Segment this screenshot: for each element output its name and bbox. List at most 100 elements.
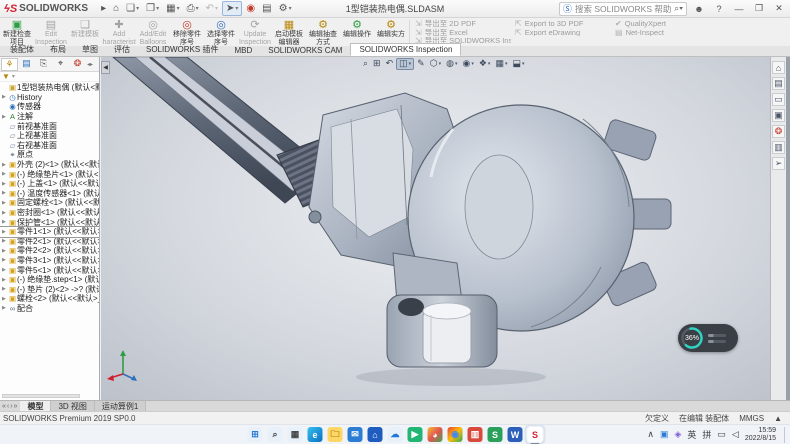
section-view-icon[interactable]: ◫ ▾ [396,58,414,70]
edit-sampling-methods-button[interactable]: ⚙ 编辑抽查方式 [306,18,340,46]
add-edit-balloons-button[interactable]: ◎ Add/Edit Balloons [136,18,170,46]
graphics-viewport[interactable]: ◀ ⌕ ⊞ ↶ ◫ [101,57,770,400]
appearances-icon[interactable]: ❂ [772,125,785,138]
sheets-app-icon[interactable]: S [488,427,503,442]
tree-sensors[interactable]: ◉ 传感器 [0,102,99,112]
ime-language-indicator[interactable]: 英 [687,428,696,441]
home-icon[interactable]: ⌂ [110,1,122,16]
tab-model[interactable]: 模型 [20,401,51,411]
undo-icon[interactable]: ↶ ▾ [203,1,221,16]
select-balloons-button[interactable]: ◎ 选择零件序号 [204,18,238,46]
launch-template-editor-button[interactable]: ▦ 启动模板编辑器 [272,18,306,46]
previous-view-icon[interactable]: ↶ [384,58,396,70]
edit-operations-button[interactable]: ⚙ 编辑操作 [340,18,374,46]
search-icon[interactable]: ⌕▾ [674,3,683,14]
rebuild-icon[interactable]: ◉ [243,1,258,16]
tab-mbd[interactable]: MBD [226,45,260,56]
edge-icon[interactable]: e [308,427,323,442]
update-inspection-project-button[interactable]: ⟳ Update Inspection Project [238,18,272,46]
dynamic-annotation-icon[interactable]: ✎ [415,58,427,70]
options-icon[interactable]: ⚙ ▾ [276,1,295,16]
save-icon[interactable]: ▦ ▾ [163,1,182,16]
tray-chevron-icon[interactable]: ∧ [647,429,654,440]
spacer[interactable] [615,36,711,45]
help-button[interactable]: ? [711,4,727,14]
design-library-icon[interactable]: ▤ [772,77,785,90]
ime-mode-indicator[interactable]: 拼 [702,428,711,441]
browser-360-icon[interactable]: ◕ [428,427,443,442]
overlay-widget[interactable]: 36% [678,324,738,352]
panel-tabs-overflow-icon[interactable]: ◂▸ [87,61,93,68]
sw-resources-icon[interactable]: ⌂ [772,61,785,74]
add-characteristic-button[interactable]: ✚ Add Characteristic [102,18,136,46]
tree-mates[interactable]: ▶ ∞ 配合 [0,304,99,314]
store-icon[interactable]: ⌂ [368,427,383,442]
file-explorer-icon[interactable]: ▭ [772,93,785,106]
widget-buttons[interactable] [708,334,726,343]
file-explorer-icon[interactable]: 🗀 [328,427,343,442]
task-view-icon[interactable]: ▦ [288,427,303,442]
solidworks-app-icon[interactable]: S [528,427,543,442]
export-edrawing-button[interactable]: ⇱ Export eDrawing [515,28,611,37]
configurationmanager-tab-icon[interactable]: ⎘ [35,58,52,71]
help-search-box[interactable]: Ⓢ 搜索 SOLIDWORKS 帮助 ⌕▾ [559,2,687,16]
tray-app-icon[interactable]: ▣ [660,429,669,440]
edit-appearance-icon[interactable]: ❖ ▾ [477,58,493,70]
tree-horizontal-scrollbar[interactable] [2,394,80,398]
task-pane-splitter[interactable] [786,57,790,400]
view-palette-icon[interactable]: ▣ [772,109,785,122]
net-inspect-button[interactable]: ▤ Net-Inspect [615,28,711,37]
propertymanager-tab-icon[interactable]: ▤ [18,58,35,71]
mail-icon[interactable]: ✉ [348,427,363,442]
tree-right-plane[interactable]: ▱ 右视基准面 [0,141,99,151]
tab-motion-study[interactable]: 运动算例1 [95,401,146,411]
tab-sketch[interactable]: 草图 [74,43,106,56]
spacer[interactable] [515,36,611,45]
tree-root-assembly[interactable]: ▣ 1型铠装热电偶 (默认<默认_显示状态-1> [0,83,99,93]
view-settings-icon[interactable]: ⬓ ▾ [510,58,526,70]
dimxpertmanager-tab-icon[interactable]: ⌖ [52,58,69,71]
onedrive-icon[interactable]: ☁ [388,427,403,442]
export-excel-button[interactable]: ⇲ 导出至 Excel [415,28,511,37]
login-button[interactable]: ☻ [691,4,707,14]
reader-app-icon[interactable]: ▥ [468,427,483,442]
display-icon[interactable]: ▭ [717,429,726,440]
hide-show-items-icon[interactable]: ◉ ▾ [460,58,475,70]
tree-part[interactable]: ▶ ▣ 零件1<1> (默认<<默认>_显示状态 [0,227,100,237]
model-3d-view[interactable] [101,57,770,400]
chrome-icon[interactable]: ◉ [448,427,463,442]
show-desktop-button[interactable] [784,427,786,443]
open-file-icon[interactable]: ❐ ▾ [143,1,162,16]
word-app-icon[interactable]: W [508,427,523,442]
view-orientation-icon[interactable]: ⬡ ▾ [428,58,443,70]
print-icon[interactable]: ⎙ ▾ [184,1,202,16]
export-2d-pdf-button[interactable]: ⇲ 导出至 2D PDF [415,19,511,28]
qualityxpert-button[interactable]: ✔ QualityXpert [615,19,711,28]
flyout-arrow[interactable]: ▸ [98,1,109,16]
search-icon[interactable]: ⌕ [268,427,283,442]
export-3d-pdf-button[interactable]: ⇱ Export to 3D PDF [515,19,611,28]
tab-evaluate[interactable]: 评估 [106,43,138,56]
tree-filter-row[interactable]: ▼ ▾ [0,72,99,82]
tab-nav-arrows[interactable]: «‹›» [0,403,20,410]
tray-shield-icon[interactable]: ◈ [674,429,681,440]
tab-addins[interactable]: SOLIDWORKS 插件 [138,43,226,56]
tab-inspection[interactable]: SOLIDWORKS Inspection [350,43,461,56]
new-file-icon[interactable]: ❏ ▾ [123,1,142,16]
apply-scene-icon[interactable]: ▦ ▾ [493,58,509,70]
edit-inspection-project-button[interactable]: ▤ Edit Inspection Project [34,18,68,46]
edit-methods-button[interactable]: ⚙ 编辑实方 [374,18,408,46]
media-app-icon[interactable]: ▶ [408,427,423,442]
minimize-button[interactable]: — [731,4,747,14]
close-button[interactable]: ✕ [771,3,787,14]
remove-balloons-button[interactable]: ◎ 移除零件序号 [170,18,204,46]
select-icon[interactable]: ➤ ▾ [222,1,242,16]
forum-icon[interactable]: ➢ [772,157,785,170]
zoom-fit-icon[interactable]: ⌕ [361,58,370,70]
display-style-icon[interactable]: ◍ ▾ [444,58,459,70]
taskbar-clock[interactable]: 15:59 2022/8/15 [745,427,776,443]
tree-history[interactable]: ▶ ◷ History [0,93,99,103]
featuremanager-tab-icon[interactable]: ⚘ [1,58,18,71]
custom-properties-icon[interactable]: ▥ [772,141,785,154]
restore-button[interactable]: ❐ [751,3,767,14]
